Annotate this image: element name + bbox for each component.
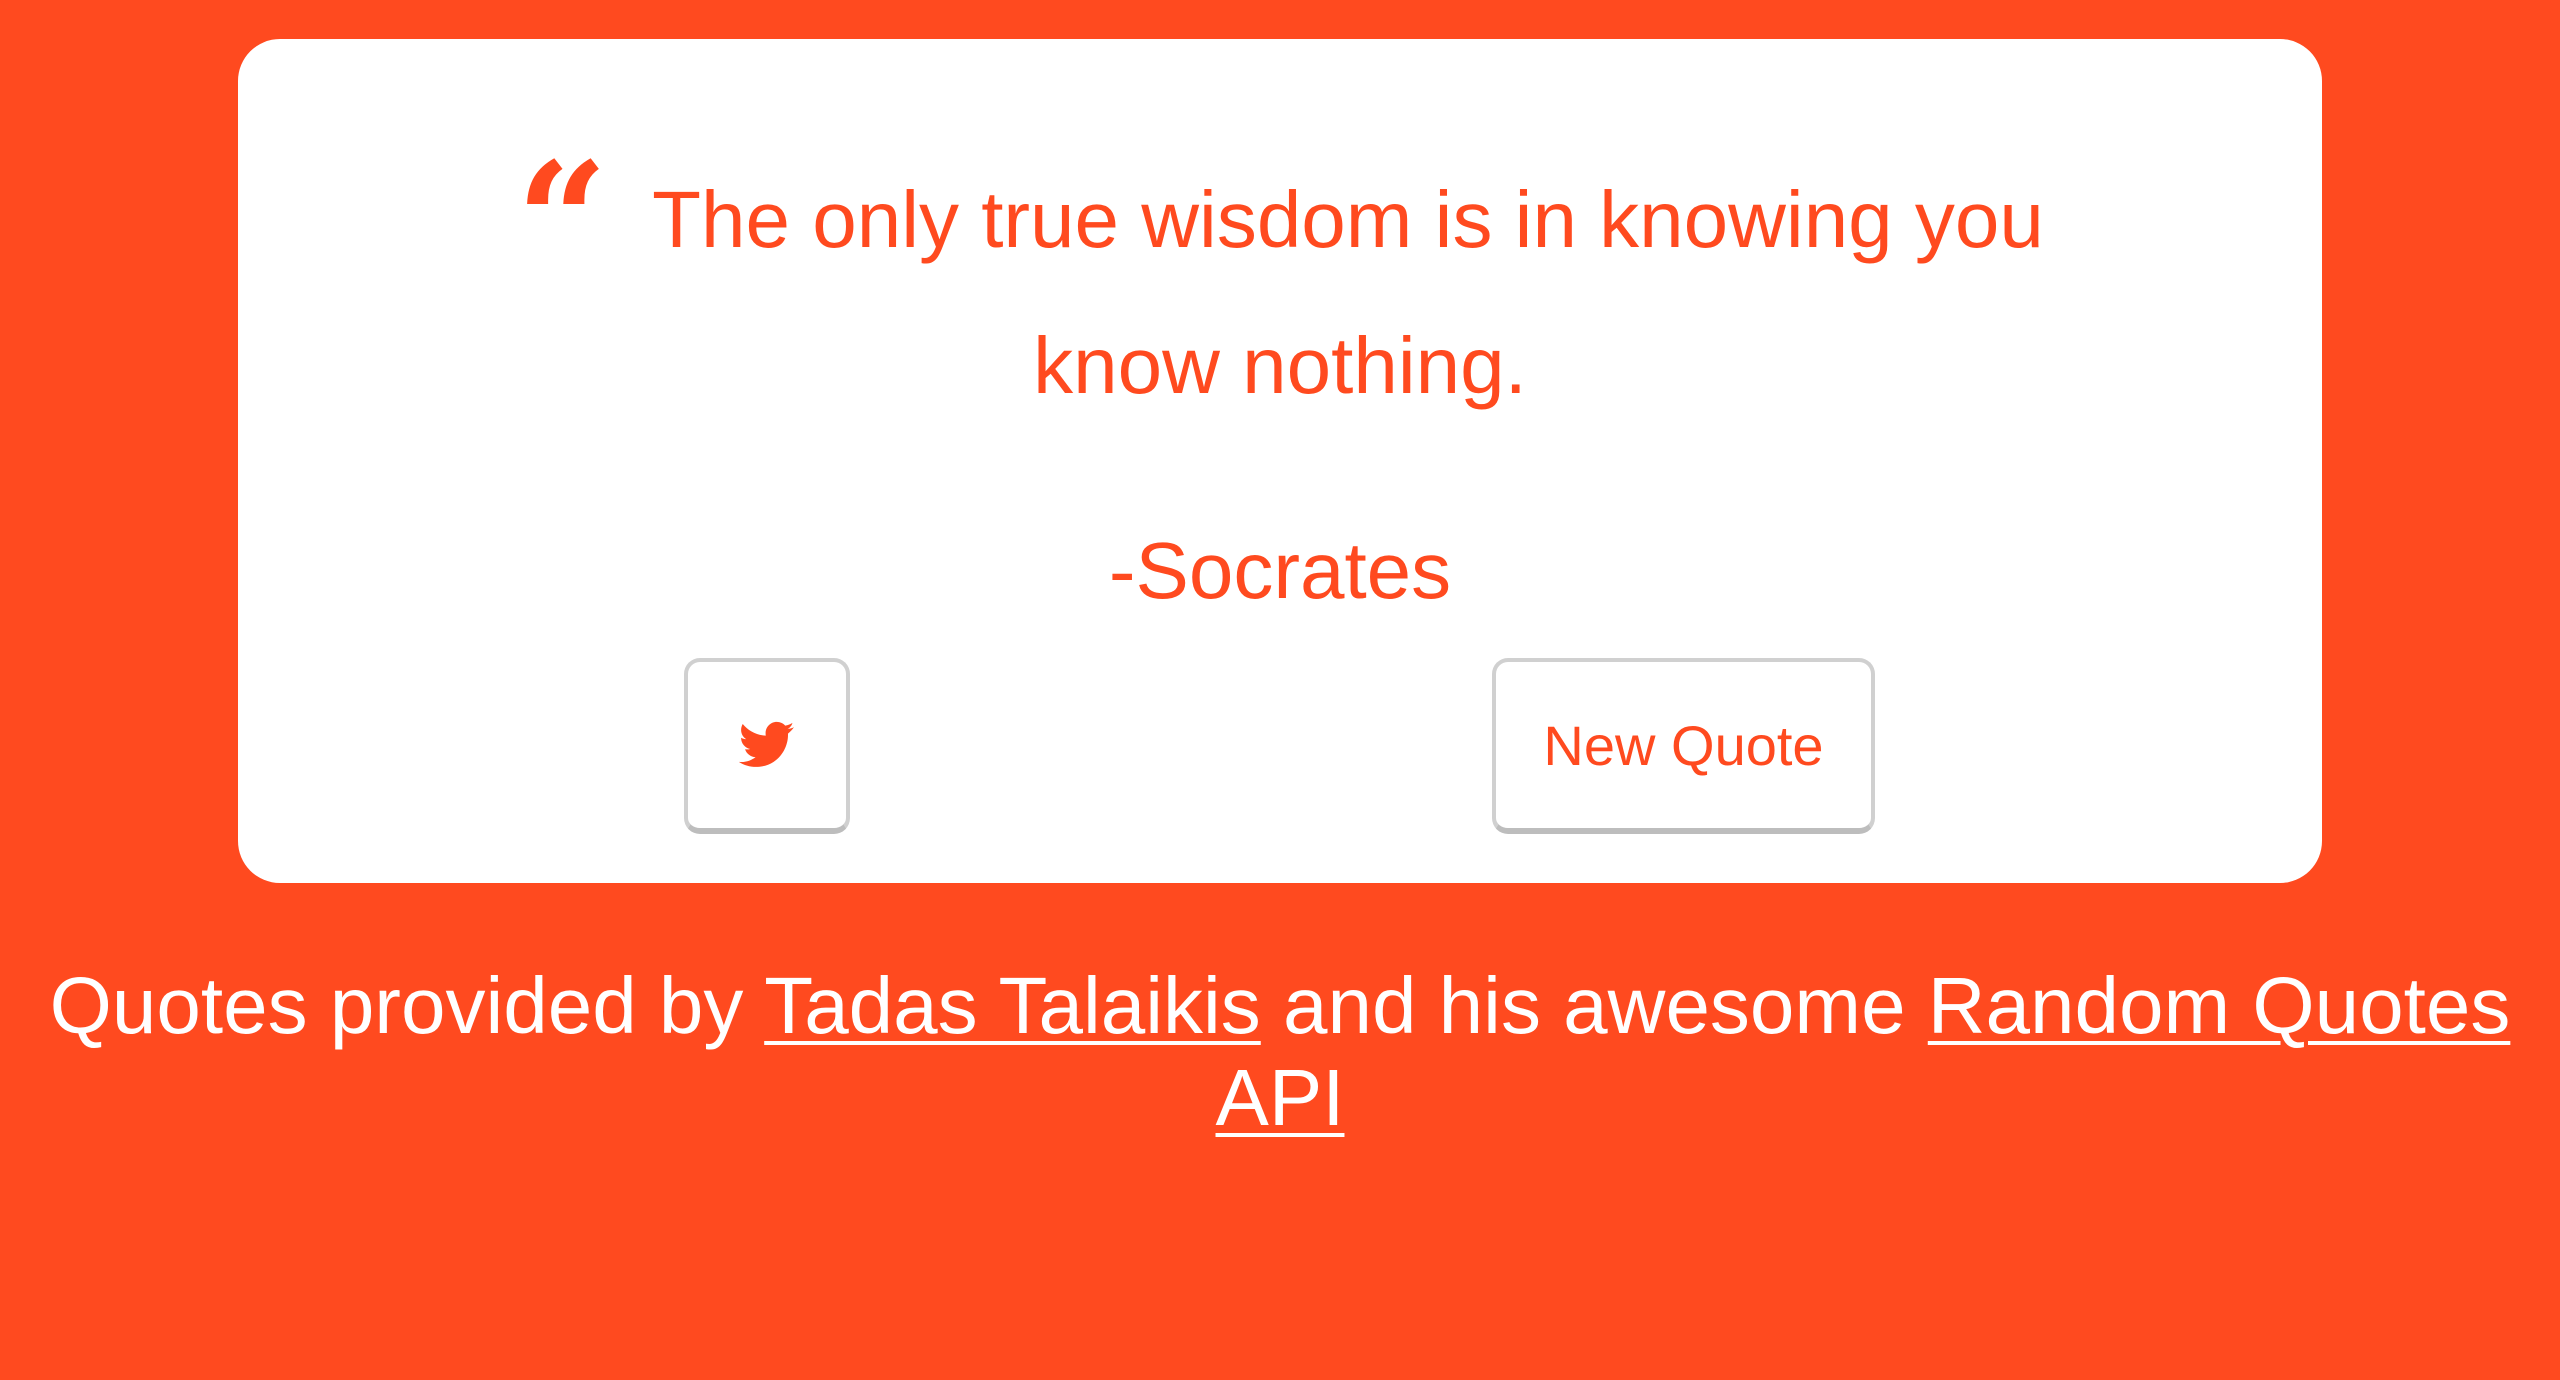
credits-footer: Quotes provided by Tadas Talaikis and hi… bbox=[30, 960, 2530, 1144]
new-quote-button[interactable]: New Quote bbox=[1492, 658, 1875, 834]
credits-middle: and his awesome bbox=[1260, 961, 1928, 1050]
tweet-button[interactable] bbox=[684, 658, 850, 834]
author-link[interactable]: Tadas Talaikis bbox=[764, 961, 1261, 1050]
twitter-icon bbox=[739, 721, 795, 769]
quote-mark-icon: “ bbox=[516, 127, 609, 315]
quote-text-block: “The only true wisdom is in knowing you … bbox=[418, 141, 2142, 439]
quote-author: -Socrates bbox=[1108, 526, 1452, 615]
credits-prefix: Quotes provided by bbox=[49, 961, 765, 1050]
quote-text: The only true wisdom is in knowing you k… bbox=[652, 175, 2044, 410]
quote-card: “The only true wisdom is in knowing you … bbox=[238, 39, 2322, 883]
